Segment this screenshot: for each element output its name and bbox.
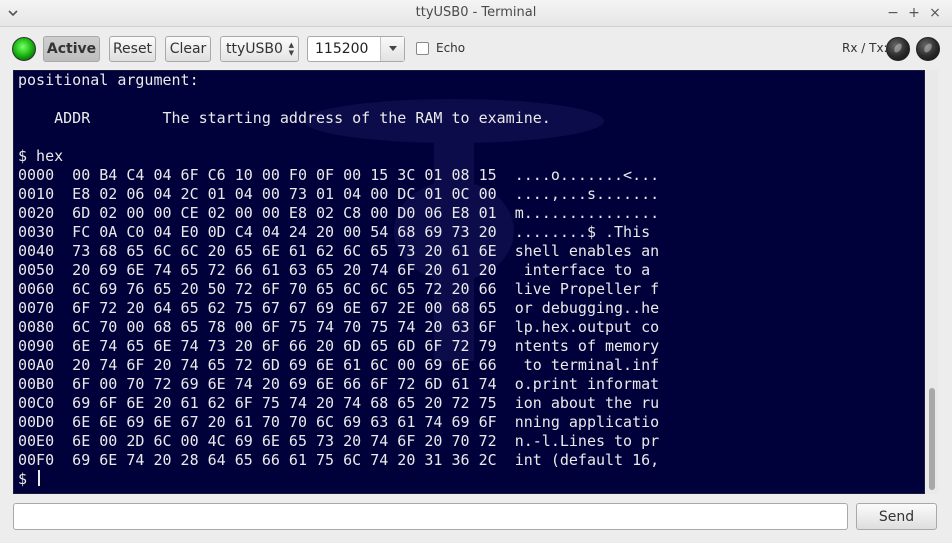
close-button[interactable]: × bbox=[927, 5, 943, 21]
terminal-output[interactable]: positional argument: ADDR The starting a… bbox=[13, 70, 925, 494]
send-button[interactable]: Send bbox=[856, 503, 937, 530]
chevron-down-icon[interactable] bbox=[380, 37, 404, 61]
baud-rate-value: 115200 bbox=[315, 41, 369, 57]
text-cursor bbox=[38, 470, 41, 486]
maximize-button[interactable]: + bbox=[906, 5, 922, 21]
rxtx-label: Rx / Tx: bbox=[842, 41, 888, 55]
port-selector[interactable]: ttyUSB0 ▲ ▼ bbox=[220, 36, 299, 62]
reset-button[interactable]: Reset bbox=[109, 36, 156, 62]
window-title: ttyUSB0 - Terminal bbox=[415, 5, 537, 20]
send-input[interactable] bbox=[13, 503, 848, 530]
scrollbar-thumb[interactable] bbox=[929, 388, 935, 490]
clear-button[interactable]: Clear bbox=[165, 36, 211, 62]
active-toggle-button[interactable]: Active bbox=[43, 36, 100, 62]
baud-rate-combo[interactable]: 115200 bbox=[307, 36, 405, 62]
tx-led-icon bbox=[916, 37, 940, 61]
terminal-lines: positional argument: ADDR The starting a… bbox=[18, 71, 660, 469]
echo-label: Echo bbox=[436, 41, 466, 55]
connection-led-icon bbox=[12, 37, 36, 61]
terminal-scrollbar[interactable] bbox=[926, 70, 938, 494]
echo-checkbox[interactable] bbox=[416, 42, 429, 55]
minimize-button[interactable]: − bbox=[885, 5, 901, 21]
spin-arrows-icon[interactable]: ▲ ▼ bbox=[289, 41, 294, 57]
title-bar: ttyUSB0 - Terminal − + × bbox=[0, 0, 952, 27]
terminal-text: positional argument: ADDR The starting a… bbox=[18, 71, 659, 489]
port-value: ttyUSB0 bbox=[226, 41, 283, 57]
terminal-prompt: $ bbox=[18, 470, 37, 488]
rx-led-icon bbox=[886, 37, 910, 61]
